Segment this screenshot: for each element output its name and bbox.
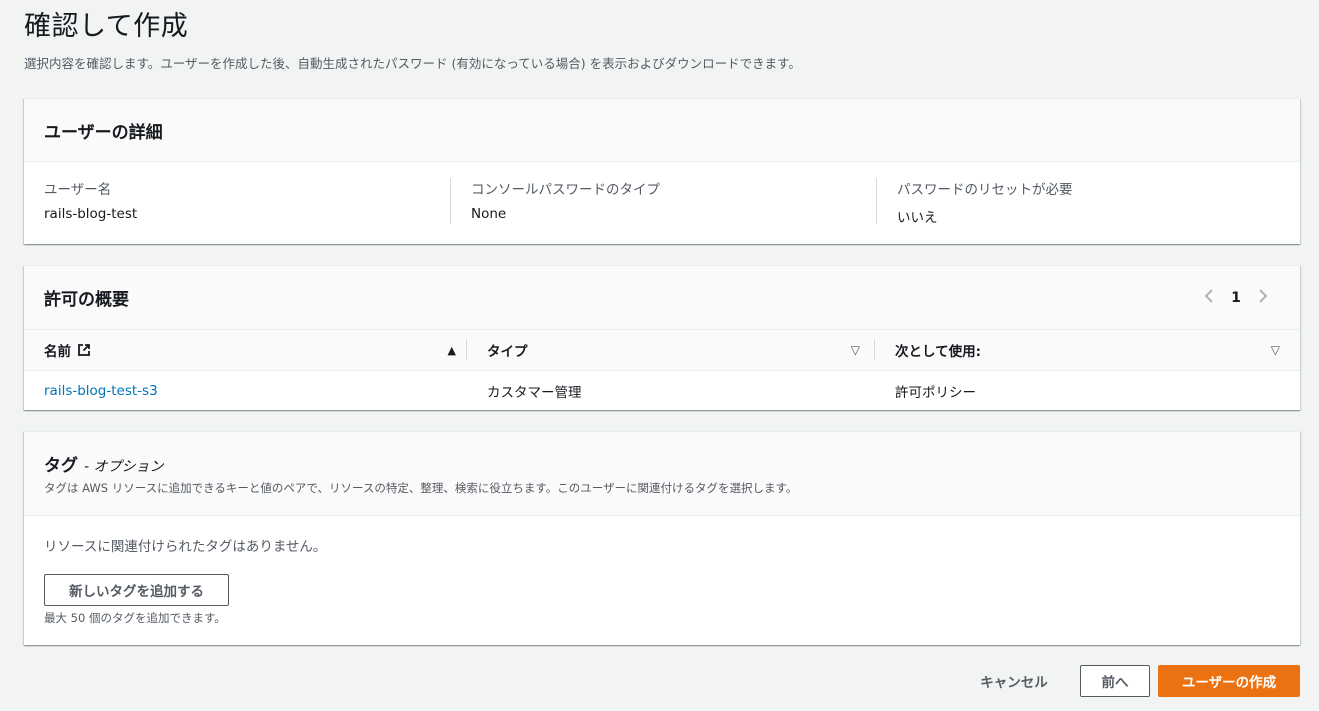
detail-password-reset-required: パスワードのリセットが必要 いいえ xyxy=(876,178,1276,226)
tags-description: タグは AWS リソースに追加できるキーと値のペアで、リソースの特定、整理、検索… xyxy=(44,481,798,495)
detail-label: コンソールパスワードのタイプ xyxy=(471,182,660,198)
chevron-left-icon[interactable] xyxy=(1196,288,1222,308)
user-details-header: ユーザーの詳細 xyxy=(24,99,1300,162)
column-header-name[interactable]: 名前 ▲ xyxy=(44,330,466,370)
cancel-button[interactable]: キャンセル xyxy=(964,665,1064,697)
add-new-tag-button[interactable]: 新しいタグを追加する xyxy=(44,574,229,606)
policy-type-cell: カスタマー管理 xyxy=(487,385,582,401)
permissions-header: 許可の概要 1 xyxy=(24,266,1300,329)
previous-button[interactable]: 前へ xyxy=(1080,665,1150,697)
pagination: 1 xyxy=(1196,288,1276,308)
policy-name-cell: rails-blog-test-s3 xyxy=(44,371,158,411)
user-details-panel: ユーザーの詳細 ユーザー名 rails-blog-test コンソールパスワード… xyxy=(24,98,1300,244)
tags-title-optional: - オプション xyxy=(84,459,164,475)
tags-limit-hint: 最大 50 個のタグを追加できます。 xyxy=(44,611,226,625)
policy-used-as-cell: 許可ポリシー xyxy=(895,385,976,401)
page-title: 確認して作成 xyxy=(24,11,189,42)
chevron-right-icon[interactable] xyxy=(1250,288,1276,308)
detail-label: ユーザー名 xyxy=(44,182,112,198)
sort-descending-icon[interactable]: ▽ xyxy=(1271,343,1280,357)
sort-descending-icon[interactable]: ▽ xyxy=(851,343,860,357)
detail-console-password-type: コンソールパスワードのタイプ None xyxy=(450,178,876,224)
create-user-button[interactable]: ユーザーの作成 xyxy=(1158,665,1300,697)
tags-header: タグ - オプション タグは AWS リソースに追加できるキーと値のペアで、リソ… xyxy=(24,432,1300,516)
table-row: rails-blog-test-s3 カスタマー管理 許可ポリシー xyxy=(24,371,1300,411)
page-number[interactable]: 1 xyxy=(1222,290,1250,306)
user-details-title: ユーザーの詳細 xyxy=(44,123,163,143)
sort-ascending-icon[interactable]: ▲ xyxy=(448,344,456,357)
column-label: 次として使用: xyxy=(895,344,981,360)
tags-panel: タグ - オプション タグは AWS リソースに追加できるキーと値のペアで、リソ… xyxy=(24,431,1300,645)
column-header-used-as[interactable]: 次として使用: ▽ xyxy=(874,339,1294,361)
tags-empty-message: リソースに関連付けられたタグはありません。 xyxy=(44,539,327,555)
column-header-type[interactable]: タイプ ▽ xyxy=(466,339,874,361)
external-link-icon xyxy=(77,343,91,357)
detail-value: いいえ xyxy=(897,210,938,226)
detail-user-name: ユーザー名 rails-blog-test xyxy=(44,178,450,224)
policy-name-link[interactable]: rails-blog-test-s3 xyxy=(44,383,158,399)
permissions-title: 許可の概要 xyxy=(44,290,129,310)
tags-title-text: タグ xyxy=(44,456,78,476)
detail-value: rails-blog-test xyxy=(44,206,138,222)
table-header: 名前 ▲ タイプ ▽ 次として使用: ▽ xyxy=(24,329,1300,371)
detail-label: パスワードのリセットが必要 xyxy=(897,182,1073,198)
tags-title: タグ - オプション xyxy=(44,451,164,476)
column-label: タイプ xyxy=(487,344,528,360)
page-description: 選択内容を確認します。ユーザーを作成した後、自動生成されたパスワード (有効にな… xyxy=(24,56,801,71)
detail-value: None xyxy=(471,206,507,222)
permissions-summary-panel: 許可の概要 1 名前 ▲ タイプ ▽ 次として使用: ▽ rails-blog-… xyxy=(24,265,1300,410)
column-label: 名前 xyxy=(44,344,71,360)
